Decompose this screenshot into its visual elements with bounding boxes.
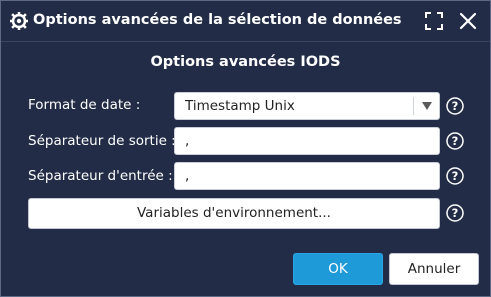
- title-bar[interactable]: Options avancées de la sélection de donn…: [1, 1, 490, 42]
- date-format-value: Timestamp Unix: [185, 98, 295, 114]
- input-separator-label: Séparateur d'entrée :: [28, 168, 173, 184]
- svg-text:?: ?: [452, 134, 459, 148]
- maximize-icon[interactable]: [424, 11, 444, 31]
- section-title: Options avancées IODS: [150, 54, 341, 70]
- window-title: Options avancées de la sélection de donn…: [33, 12, 402, 28]
- svg-text:?: ?: [452, 99, 459, 113]
- input-separator-input[interactable]: ,: [174, 162, 440, 190]
- date-format-label: Format de date :: [28, 97, 141, 113]
- select-divider: [413, 97, 414, 115]
- output-separator-label: Séparateur de sortie :: [28, 133, 176, 149]
- help-icon[interactable]: ?: [446, 97, 464, 115]
- advanced-options-dialog: Options avancées de la sélection de donn…: [0, 0, 491, 297]
- help-icon[interactable]: ?: [446, 167, 464, 185]
- close-icon[interactable]: [458, 11, 478, 31]
- gear-database-icon: [10, 12, 28, 30]
- date-format-select[interactable]: Timestamp Unix: [174, 92, 440, 120]
- help-icon[interactable]: ?: [446, 204, 464, 222]
- svg-text:?: ?: [452, 169, 459, 183]
- output-separator-input[interactable]: ,: [174, 127, 440, 155]
- svg-text:?: ?: [452, 206, 459, 220]
- environment-variables-button[interactable]: Variables d'environnement...: [28, 198, 440, 229]
- cancel-button[interactable]: Annuler: [389, 253, 479, 285]
- help-icon[interactable]: ?: [446, 132, 464, 150]
- ok-button[interactable]: OK: [293, 253, 383, 285]
- chevron-down-icon[interactable]: [422, 102, 432, 110]
